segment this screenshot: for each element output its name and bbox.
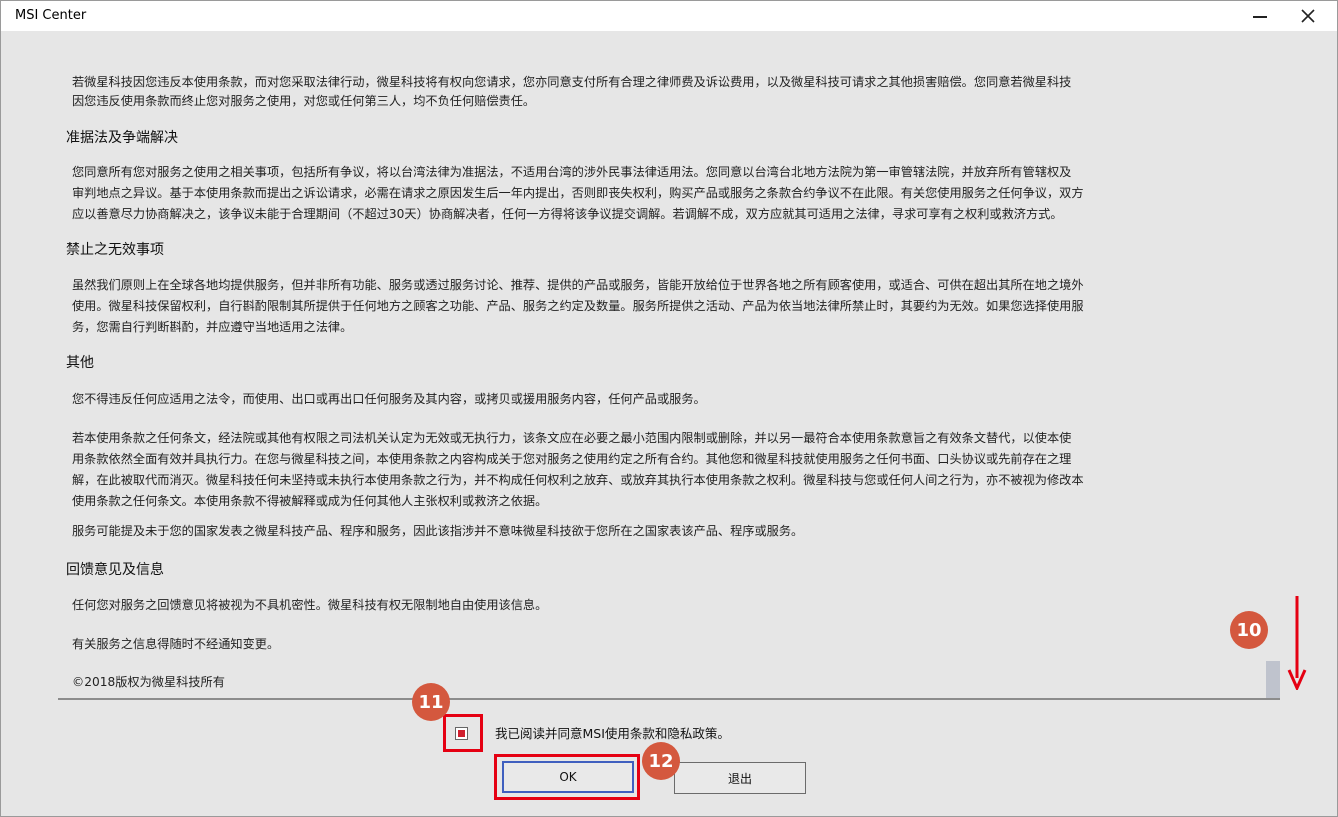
terms-line: 虽然我们原则上在全球各地均提供服务，但并非所有功能、服务或透过服务讨论、推荐、提… xyxy=(72,278,1084,292)
scrollbar-track[interactable] xyxy=(1266,64,1280,698)
close-icon xyxy=(1301,9,1315,23)
terms-line: 若本使用条款之任何条文，经法院或其他有权限之司法机关认定为无效或无执行力，该条文… xyxy=(72,431,1072,445)
terms-line: 务，您需自行判断斟酌，并应遵守当地适用之法律。 xyxy=(72,320,353,334)
terms-line: 您同意所有您对服务之使用之相关事项，包括所有争议，将以台湾法律为准据法，不适用台… xyxy=(72,165,1072,179)
terms-text-area[interactable]: 若微星科技因您违反本使用条款，而对您采取法律行动，微星科技将有权向您请求，您亦同… xyxy=(58,64,1266,698)
terms-line: 若微星科技因您违反本使用条款，而对您采取法律行动，微星科技将有权向您请求，您亦同… xyxy=(72,75,1072,89)
step-badge-11: 11 xyxy=(412,683,450,721)
terms-line: 使用条款之任何条文。本使用条款不得被解释或成为任何其他人主张权利或救济之依据。 xyxy=(72,494,548,508)
terms-line: 应以善意尽力协商解决之，该争议未能于合理期间（不超过30天）协商解决者，任何一方… xyxy=(72,207,1063,221)
title-bar: MSI Center xyxy=(1,1,1337,31)
section-heading: 禁止之无效事项 xyxy=(66,242,164,258)
terms-line: 任何您对服务之回馈意见将被视为不具机密性。微星科技有权无限制地自由使用该信息。 xyxy=(72,598,548,612)
terms-line: 因您违反使用条款而终止您对服务之使用，对您或任何第三人，均不负任何赔偿责任。 xyxy=(72,94,536,108)
close-button[interactable] xyxy=(1285,1,1331,31)
section-heading: 其他 xyxy=(66,355,94,371)
terms-line: 有关服务之信息得随时不经通知变更。 xyxy=(72,637,280,651)
agree-checkbox-label[interactable]: 我已阅读并同意MSI使用条款和隐私政策。 xyxy=(495,723,730,742)
highlight-box-checkbox xyxy=(443,714,483,752)
highlight-box-ok xyxy=(494,754,640,800)
scrollbar-thumb[interactable] xyxy=(1266,661,1280,699)
section-heading: 准据法及争端解决 xyxy=(66,130,178,146)
section-heading: 回馈意见及信息 xyxy=(66,562,164,578)
terms-line: 用条款依然全面有效并具执行力。在您与微星科技之间，本使用条款之内容构成关于您对服… xyxy=(72,452,1072,466)
step-badge-12: 12 xyxy=(642,742,680,780)
terms-line: 审判地点之异议。基于本使用条款而提出之诉讼请求，必需在请求之原因发生后一年内提出… xyxy=(72,186,1084,200)
minimize-icon xyxy=(1253,16,1267,18)
text-area-bottom-border xyxy=(58,698,1280,700)
terms-line: 服务可能提及未于您的国家发表之微星科技产品、程序和服务，因此该指涉并不意味微星科… xyxy=(72,524,804,538)
exit-button[interactable]: 退出 xyxy=(674,762,806,794)
minimize-button[interactable] xyxy=(1237,1,1283,31)
terms-line: 使用。微星科技保留权利，自行斟酌限制其所提供于任何地方之顾客之功能、产品、服务之… xyxy=(72,299,1084,313)
copyright-text: ©2018版权为微星科技所有 xyxy=(72,675,225,689)
terms-line: 您不得违反任何应适用之法令，而使用、出口或再出口任何服务及其内容，或拷贝或援用服… xyxy=(72,392,706,406)
window-title: MSI Center xyxy=(15,8,87,23)
terms-line: 解，在此被取代而消灭。微星科技任何未坚持或未执行本使用条款之行为，并不构成任何权… xyxy=(72,473,1084,487)
scroll-down-arrow-icon xyxy=(1287,596,1307,690)
step-badge-10: 10 xyxy=(1230,611,1268,649)
